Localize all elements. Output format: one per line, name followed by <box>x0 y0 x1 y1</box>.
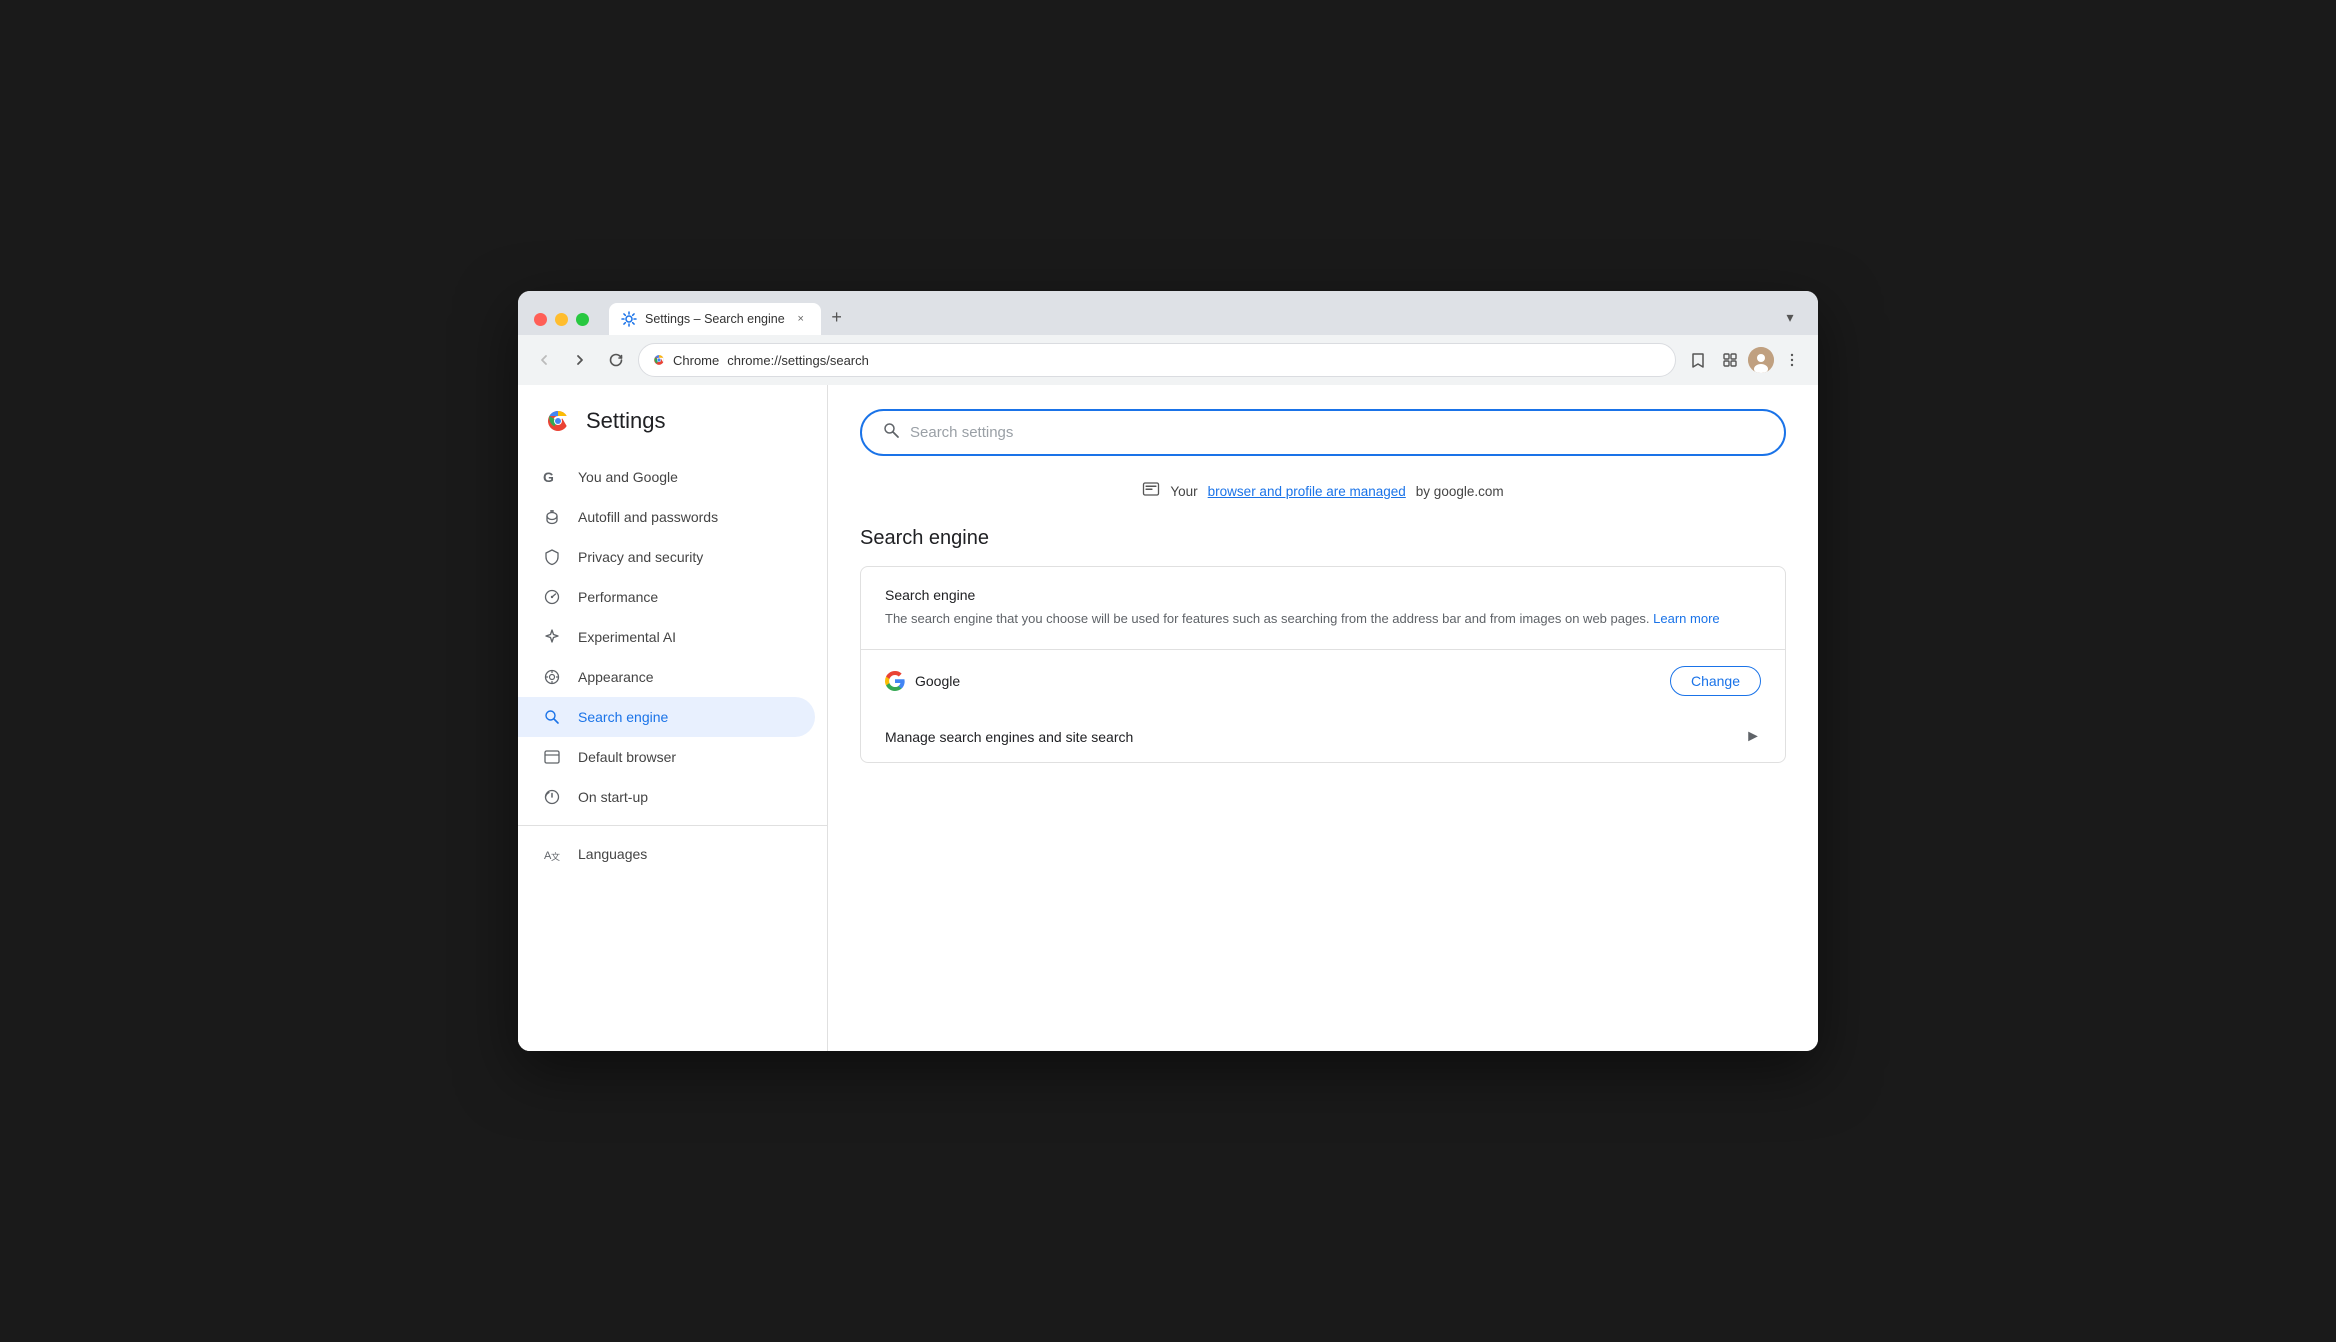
sidebar-item-languages[interactable]: A文 Languages <box>518 834 815 874</box>
settings-tab-icon <box>621 311 637 327</box>
you-and-google-icon: G <box>542 467 562 487</box>
managed-text-before: Your <box>1170 484 1197 499</box>
sidebar-item-autofill[interactable]: Autofill and passwords <box>518 497 815 537</box>
sidebar: Settings G You and Google Autofill and p… <box>518 385 828 1051</box>
autofill-icon <box>542 507 562 527</box>
google-logo-icon <box>885 671 905 691</box>
sidebar-item-on-startup[interactable]: On start-up <box>518 777 815 817</box>
manage-label: Manage search engines and site search <box>885 729 1133 745</box>
address-url-text: chrome://settings/search <box>727 353 869 368</box>
sidebar-item-performance[interactable]: Performance <box>518 577 815 617</box>
on-startup-icon <box>542 787 562 807</box>
fullscreen-traffic-light[interactable] <box>576 313 589 326</box>
close-traffic-light[interactable] <box>534 313 547 326</box>
se-left: Google <box>885 671 960 691</box>
current-search-engine-row: Google Change <box>861 650 1785 712</box>
search-engine-card: Search engine The search engine that you… <box>860 566 1786 763</box>
sidebar-label-default-browser: Default browser <box>578 749 676 765</box>
traffic-lights <box>534 313 589 326</box>
search-bar-wrapper <box>860 409 1786 456</box>
appearance-icon <box>542 667 562 687</box>
sidebar-label-experimental-ai: Experimental AI <box>578 629 676 645</box>
section-title: Search engine <box>860 527 1786 550</box>
profile-avatar[interactable] <box>1748 347 1774 373</box>
settings-header: Settings <box>518 405 827 457</box>
tab-bar: Settings – Search engine × + ▾ <box>609 303 1802 335</box>
sidebar-item-default-browser[interactable]: Default browser <box>518 737 815 777</box>
forward-button[interactable] <box>566 346 594 374</box>
settings-logo-icon <box>542 405 574 437</box>
manage-search-engines-row[interactable]: Manage search engines and site search ► <box>861 712 1785 762</box>
settings-title: Settings <box>586 408 666 434</box>
reload-button[interactable] <box>602 346 630 374</box>
learn-more-link[interactable]: Learn more <box>1653 611 1719 626</box>
sidebar-label-languages: Languages <box>578 846 647 862</box>
svg-text:文: 文 <box>551 851 560 862</box>
sidebar-item-privacy[interactable]: Privacy and security <box>518 537 815 577</box>
sidebar-item-you-and-google[interactable]: G You and Google <box>518 457 815 497</box>
chrome-logo-icon <box>651 352 667 368</box>
search-settings-input[interactable] <box>910 424 1764 441</box>
tab-close-button[interactable]: × <box>793 311 809 327</box>
languages-icon: A文 <box>542 844 562 864</box>
search-bar[interactable] <box>860 409 1786 456</box>
sidebar-divider <box>518 825 827 826</box>
card-desc-text: The search engine that you choose will b… <box>885 611 1653 626</box>
sidebar-label-search-engine: Search engine <box>578 709 668 725</box>
experimental-ai-icon <box>542 627 562 647</box>
managed-notice: Your browser and profile are managed by … <box>860 480 1786 503</box>
search-engine-icon <box>542 707 562 727</box>
tab-title: Settings – Search engine <box>645 312 785 326</box>
default-browser-icon <box>542 747 562 767</box>
sidebar-item-appearance[interactable]: Appearance <box>518 657 815 697</box>
card-info-desc: The search engine that you choose will b… <box>885 609 1761 629</box>
privacy-icon <box>542 547 562 567</box>
card-info-section: Search engine The search engine that you… <box>861 567 1785 650</box>
sidebar-label-performance: Performance <box>578 589 658 605</box>
extensions-button[interactable] <box>1716 346 1744 374</box>
managed-link[interactable]: browser and profile are managed <box>1208 484 1406 499</box>
managed-text-after: by google.com <box>1416 484 1504 499</box>
bookmark-button[interactable] <box>1684 346 1712 374</box>
tab-dropdown-button[interactable]: ▾ <box>1778 305 1802 329</box>
title-bar: Settings – Search engine × + ▾ <box>518 291 1818 335</box>
minimize-traffic-light[interactable] <box>555 313 568 326</box>
nav-bar: Chrome chrome://settings/search <box>518 335 1818 385</box>
performance-icon <box>542 587 562 607</box>
sidebar-label-appearance: Appearance <box>578 669 654 685</box>
current-engine-name: Google <box>915 673 960 689</box>
nav-actions <box>1684 346 1806 374</box>
main-content: Settings G You and Google Autofill and p… <box>518 385 1818 1051</box>
active-tab[interactable]: Settings – Search engine × <box>609 303 821 335</box>
address-bar[interactable]: Chrome chrome://settings/search <box>638 343 1676 377</box>
browser-window: Settings – Search engine × + ▾ <box>518 291 1818 1051</box>
managed-icon <box>1142 480 1160 503</box>
new-tab-button[interactable]: + <box>823 303 851 331</box>
manage-arrow-icon: ► <box>1745 728 1761 746</box>
back-button[interactable] <box>530 346 558 374</box>
sidebar-label-on-startup: On start-up <box>578 789 648 805</box>
chrome-brand-label: Chrome <box>673 353 719 368</box>
content-area: Your browser and profile are managed by … <box>828 385 1818 1051</box>
menu-button[interactable] <box>1778 346 1806 374</box>
sidebar-label-autofill: Autofill and passwords <box>578 509 718 525</box>
svg-text:G: G <box>543 469 554 485</box>
sidebar-label-you-and-google: You and Google <box>578 469 678 485</box>
sidebar-label-privacy: Privacy and security <box>578 549 703 565</box>
card-info-title: Search engine <box>885 587 1761 603</box>
search-settings-icon <box>882 421 900 444</box>
sidebar-item-experimental-ai[interactable]: Experimental AI <box>518 617 815 657</box>
sidebar-item-search-engine[interactable]: Search engine <box>518 697 815 737</box>
change-button[interactable]: Change <box>1670 666 1761 696</box>
